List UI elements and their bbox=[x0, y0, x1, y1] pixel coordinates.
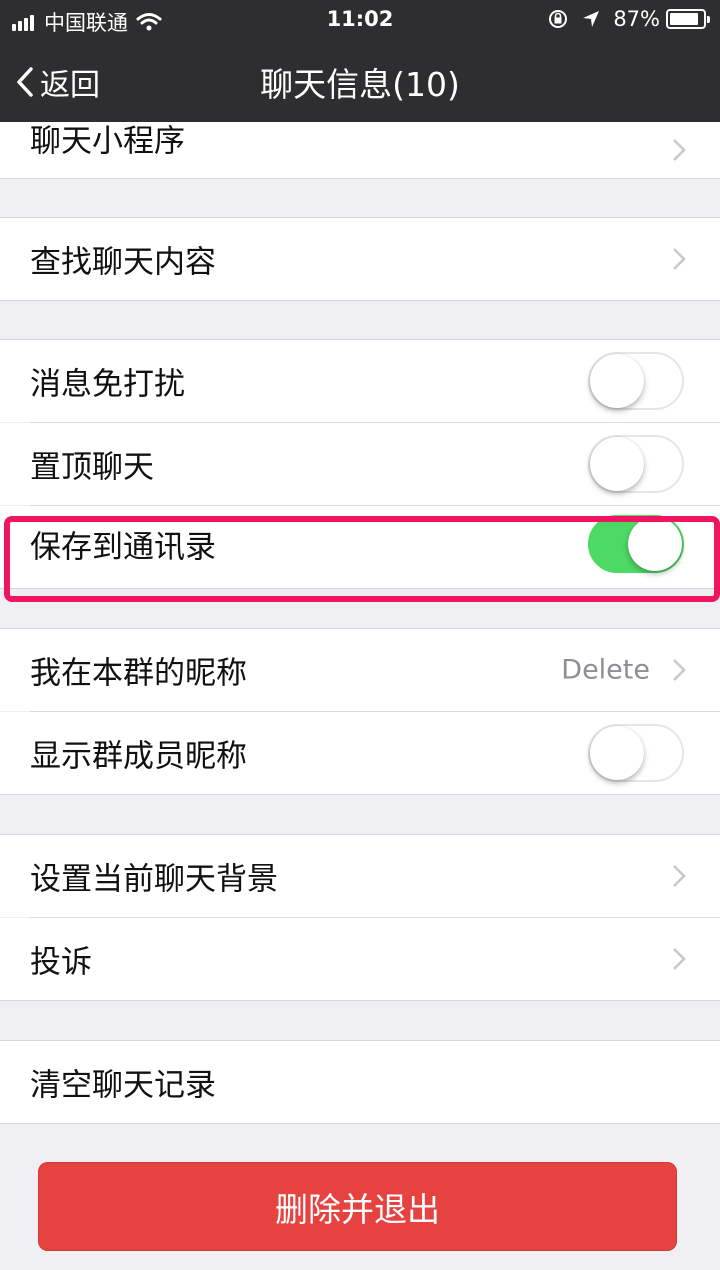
row-complain[interactable]: 投诉 bbox=[0, 918, 720, 1000]
row-search-chat[interactable]: 查找聊天内容 bbox=[0, 218, 720, 300]
row-mute: 消息免打扰 bbox=[0, 340, 720, 422]
battery-icon bbox=[666, 9, 710, 29]
toggle-knob bbox=[628, 516, 682, 571]
chevron-right-icon bbox=[673, 865, 686, 887]
row-mini-program[interactable]: 聊天小程序 bbox=[0, 122, 720, 178]
nickname-value: Delete bbox=[561, 654, 650, 686]
row-clear-history[interactable]: 清空聊天记录 bbox=[0, 1041, 720, 1123]
status-bar: 中国联通 11:02 87% bbox=[0, 0, 720, 40]
save-contacts-toggle[interactable] bbox=[588, 514, 684, 573]
battery-fill bbox=[670, 13, 698, 25]
row-pin: 置顶聊天 bbox=[0, 423, 720, 505]
page-title: 聊天信息(10) bbox=[260, 65, 460, 104]
chevron-right-icon bbox=[673, 659, 686, 681]
row-show-nicknames: 显示群成员昵称 bbox=[0, 712, 720, 794]
navigation-bar: 返回 聊天信息(10) bbox=[0, 40, 720, 122]
orientation-lock-icon bbox=[549, 10, 568, 28]
mute-toggle[interactable] bbox=[588, 352, 684, 410]
show-nicknames-toggle[interactable] bbox=[588, 724, 684, 782]
row-label: 消息免打扰 bbox=[30, 366, 185, 403]
row-nickname[interactable]: 我在本群的昵称 Delete bbox=[0, 629, 720, 711]
row-label: 清空聊天记录 bbox=[30, 1067, 216, 1104]
pin-toggle[interactable] bbox=[588, 435, 684, 493]
row-label: 我在本群的昵称 bbox=[30, 655, 247, 692]
toggle-knob bbox=[590, 726, 644, 780]
toggle-knob bbox=[590, 354, 644, 408]
row-label: 设置当前聊天背景 bbox=[30, 861, 278, 898]
row-label: 置顶聊天 bbox=[30, 449, 154, 486]
delete-and-exit-button[interactable]: 删除并退出 bbox=[38, 1162, 677, 1251]
top-bar: 中国联通 11:02 87% 返回 聊天信息(10) bbox=[0, 0, 720, 122]
location-arrow-icon bbox=[583, 11, 600, 27]
chevron-right-icon bbox=[673, 248, 686, 270]
row-save-contacts: 保存到通讯录 bbox=[0, 506, 720, 588]
toggle-knob bbox=[590, 437, 644, 491]
battery-percent: 87% bbox=[613, 7, 660, 31]
row-label: 保存到通讯录 bbox=[30, 529, 216, 566]
row-label: 投诉 bbox=[30, 944, 92, 981]
row-label: 聊天小程序 bbox=[30, 123, 185, 160]
row-label: 显示群成员昵称 bbox=[30, 738, 247, 775]
row-label: 查找聊天内容 bbox=[30, 244, 216, 281]
chevron-right-icon bbox=[673, 139, 686, 161]
row-background[interactable]: 设置当前聊天背景 bbox=[0, 835, 720, 917]
chevron-right-icon bbox=[673, 948, 686, 970]
